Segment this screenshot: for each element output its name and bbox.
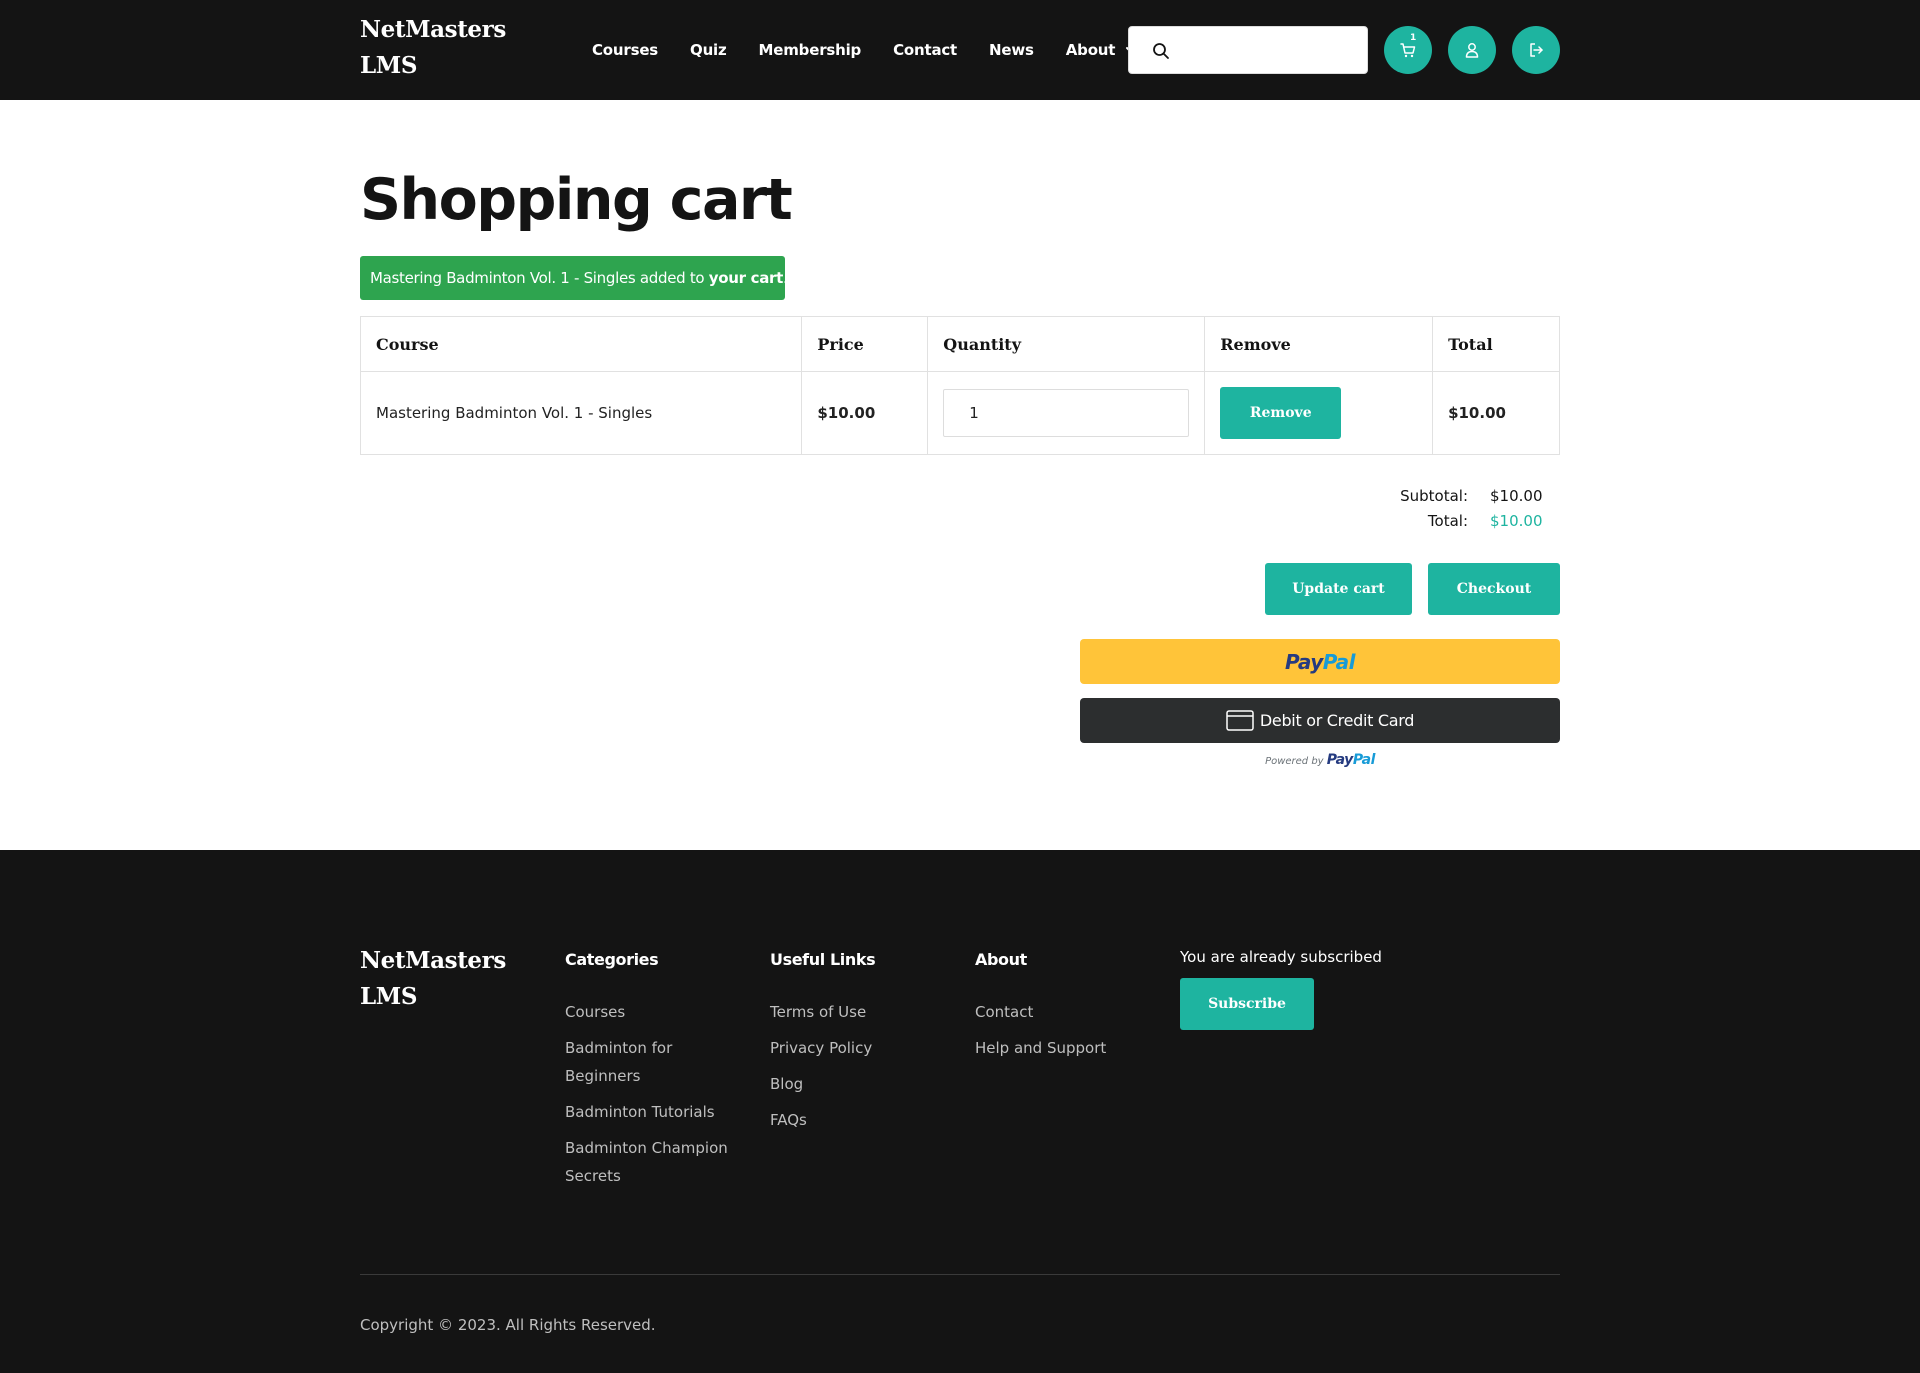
total-row: Total: $10.00 (1360, 509, 1560, 534)
col-remove: Remove (1204, 316, 1434, 372)
footer-divider (360, 1274, 1560, 1275)
total-label: Total: (1427, 512, 1468, 530)
brand-line-2: LMS (360, 52, 418, 79)
footer-link-courses[interactable]: Courses (565, 998, 745, 1026)
footer-link-blog[interactable]: Blog (770, 1070, 950, 1098)
paypal-logo-pay: Pay (1284, 649, 1323, 674)
search-input[interactable] (1181, 27, 1361, 73)
search-box (1128, 26, 1368, 74)
user-icon (1465, 43, 1479, 58)
cart-added-alert: Mastering Badminton Vol. 1 - Singles add… (360, 256, 788, 300)
subscribe-button[interactable]: Subscribe (1180, 978, 1314, 1030)
copyright: Copyright © 2023. All Rights Reserved. (360, 1316, 656, 1334)
alert-text: Mastering Badminton Vol. 1 - Singles add… (370, 269, 709, 287)
footer-link-help[interactable]: Help and Support (975, 1034, 1155, 1062)
quantity-cell (927, 371, 1206, 455)
total-value: $10.00 (1490, 512, 1543, 530)
line-total: $10.00 (1432, 371, 1560, 455)
alert-cart-link[interactable]: your cart (709, 269, 784, 287)
logout-button[interactable] (1512, 26, 1560, 74)
update-cart-button[interactable]: Update cart (1265, 563, 1412, 615)
powered-by-text: Powered by (1265, 756, 1324, 767)
site-logo[interactable]: NetMasters LMS (360, 12, 520, 84)
alert-end: . (783, 269, 788, 287)
paypal-logo-pal: Pal (1322, 649, 1356, 674)
footer-heading-about: About (975, 950, 1027, 969)
footer-link-badminton-tutorials[interactable]: Badminton Tutorials (565, 1098, 745, 1126)
account-button[interactable] (1448, 26, 1496, 74)
subtotal-label: Subtotal: (1400, 487, 1468, 505)
footer-link-faqs[interactable]: FAQs (770, 1106, 950, 1134)
footer-heading-useful-links: Useful Links (770, 950, 876, 969)
site-footer: NetMasters LMS Categories Courses Badmin… (0, 850, 1920, 1373)
page-title: Shopping cart (360, 167, 793, 233)
col-quantity: Quantity (927, 316, 1206, 372)
course-name: Mastering Badminton Vol. 1 - Singles (359, 371, 803, 455)
nav-news[interactable]: News (989, 41, 1034, 59)
footer-brand-line-1: NetMasters (360, 947, 506, 974)
cart-icon (1400, 43, 1416, 58)
cart-table-header: Course Price Quantity Remove Total (359, 316, 1560, 372)
nav-about[interactable]: About (1066, 41, 1138, 59)
col-course: Course (359, 316, 803, 372)
footer-categories: Categories Courses Badminton for Beginne… (565, 950, 745, 1198)
subtotal-value: $10.00 (1490, 487, 1543, 505)
nav-membership[interactable]: Membership (759, 41, 862, 59)
col-price: Price (801, 316, 929, 372)
brand-line-1: NetMasters (360, 16, 506, 43)
course-price: $10.00 (801, 371, 929, 455)
site-header: NetMasters LMS Courses Quiz Membership C… (0, 0, 1920, 100)
cart-button[interactable]: 1 (1384, 26, 1432, 74)
col-total: Total (1432, 316, 1560, 372)
subscribe-status: You are already subscribed (1180, 948, 1382, 966)
footer-link-badminton-beginners[interactable]: Badminton for Beginners (565, 1034, 745, 1090)
quantity-input[interactable] (943, 389, 1190, 437)
footer-heading-categories: Categories (565, 950, 659, 969)
nav-quiz[interactable]: Quiz (690, 41, 727, 59)
paypal-button[interactable]: PayPal (1080, 639, 1560, 684)
nav-contact[interactable]: Contact (893, 41, 957, 59)
nav-courses[interactable]: Courses (592, 41, 658, 59)
powered-logo-pal: Pal (1352, 752, 1376, 768)
table-row: Mastering Badminton Vol. 1 - Singles $10… (359, 371, 1560, 455)
powered-paypal-logo: PayPal (1326, 752, 1376, 768)
cart-table: Course Price Quantity Remove Total Maste… (359, 316, 1560, 455)
cart-count-badge: 1 (1410, 33, 1417, 43)
footer-useful-links: Useful Links Terms of Use Privacy Policy… (770, 950, 950, 1142)
remove-cell: Remove (1204, 371, 1434, 455)
footer-brand-line-2: LMS (360, 983, 418, 1010)
footer-logo[interactable]: NetMasters LMS (360, 943, 520, 1015)
powered-logo-pay: Pay (1326, 752, 1354, 768)
search-icon[interactable] (1151, 41, 1171, 61)
credit-card-icon (1226, 710, 1254, 731)
main-nav: Courses Quiz Membership Contact News Abo… (592, 0, 1137, 100)
remove-button[interactable]: Remove (1220, 387, 1342, 439)
debit-credit-card-button[interactable]: Debit or Credit Card (1080, 698, 1560, 743)
subtotal-row: Subtotal: $10.00 (1360, 484, 1560, 509)
cart-totals: Subtotal: $10.00 Total: $10.00 (1360, 484, 1560, 534)
footer-link-contact[interactable]: Contact (975, 998, 1155, 1026)
footer-about: About Contact Help and Support (975, 950, 1155, 1070)
footer-link-terms[interactable]: Terms of Use (770, 998, 950, 1026)
card-button-label: Debit or Credit Card (1259, 711, 1415, 730)
footer-link-champion-secrets[interactable]: Badminton Champion Secrets (565, 1134, 745, 1190)
logout-icon (1530, 43, 1543, 57)
powered-by-paypal: Powered by PayPal (1080, 752, 1560, 768)
footer-link-privacy[interactable]: Privacy Policy (770, 1034, 950, 1062)
checkout-button[interactable]: Checkout (1428, 563, 1560, 615)
paypal-logo: PayPal (1284, 649, 1356, 674)
nav-about-label: About (1065, 41, 1116, 59)
